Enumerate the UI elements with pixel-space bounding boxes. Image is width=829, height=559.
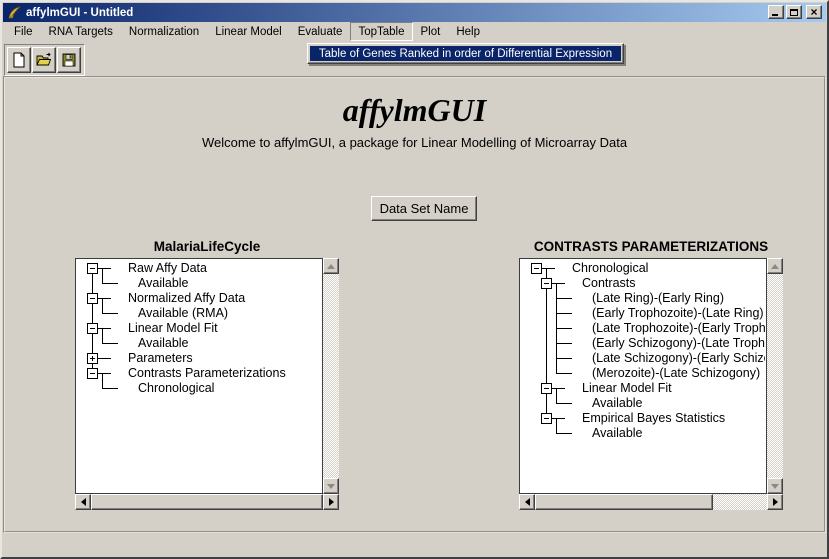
- left-tree-view[interactable]: Raw Affy DataAvailableNormalized Affy Da…: [75, 258, 323, 494]
- tree-expand-box-collapse[interactable]: [87, 368, 98, 379]
- tree-node-raw-affy-data[interactable]: Raw Affy Data: [128, 261, 207, 276]
- window-title: affylmGUI - Untitled: [26, 7, 133, 19]
- welcome-text: Welcome to affylmGUI, a package for Line…: [2, 135, 827, 150]
- scroll-right-button[interactable]: [323, 494, 339, 510]
- right-arrow-icon: [773, 498, 778, 506]
- open-file-button[interactable]: [32, 47, 56, 73]
- scroll-up-button[interactable]: [323, 258, 339, 274]
- tree-expand-box-collapse[interactable]: [541, 413, 552, 424]
- menu-item-evaluate[interactable]: Evaluate: [290, 22, 351, 41]
- feather-icon: [6, 5, 22, 21]
- left-tree-title: MalariaLifeCycle: [75, 239, 339, 254]
- menu-item-plot[interactable]: Plot: [413, 22, 449, 41]
- scroll-down-button[interactable]: [323, 478, 339, 494]
- up-arrow-icon: [327, 264, 335, 269]
- maximize-icon: [790, 9, 798, 16]
- new-file-icon: [11, 52, 27, 68]
- scroll-down-button[interactable]: [767, 478, 783, 494]
- app-window: affylmGUI - Untitled × FileRNA TargetsNo…: [0, 0, 829, 559]
- minimize-icon: [772, 14, 778, 16]
- tree-expand-box-collapse[interactable]: [541, 278, 552, 289]
- tree-node-parameters[interactable]: Parameters: [128, 351, 193, 366]
- right-tree-title: CONTRASTS PARAMETERIZATIONS: [519, 239, 783, 254]
- scroll-up-button[interactable]: [767, 258, 783, 274]
- up-arrow-icon: [771, 264, 779, 269]
- scroll-right-button[interactable]: [767, 494, 783, 510]
- left-arrow-icon: [81, 498, 86, 506]
- tree-node--merozoite-late-schizogony-[interactable]: (Merozoite)-(Late Schizogony): [592, 366, 760, 381]
- tree-node-linear-model-fit[interactable]: Linear Model Fit: [582, 381, 672, 396]
- menu-item-help[interactable]: Help: [448, 22, 488, 41]
- tree-node--late-schizogony-early-schizogony-[interactable]: (Late Schizogony)-(Early Schizogony): [592, 351, 765, 366]
- scroll-left-button[interactable]: [75, 494, 91, 510]
- save-file-button[interactable]: [57, 47, 81, 73]
- tree-node-available[interactable]: Available: [138, 276, 189, 291]
- data-set-name-button[interactable]: Data Set Name: [371, 196, 477, 221]
- minimize-button[interactable]: [768, 5, 784, 19]
- tree-expand-box-collapse[interactable]: [87, 323, 98, 334]
- tree-node-empirical-bayes-statistics[interactable]: Empirical Bayes Statistics: [582, 411, 725, 426]
- menu-item-rna-targets[interactable]: RNA Targets: [41, 22, 121, 41]
- right-tree-vertical-scrollbar[interactable]: [767, 258, 783, 494]
- tree-node-contrasts[interactable]: Contrasts: [582, 276, 636, 291]
- open-file-icon: [36, 52, 52, 68]
- scroll-track[interactable]: [767, 274, 783, 478]
- tree-node--early-trophozoite-late-ring-[interactable]: (Early Trophozoite)-(Late Ring): [592, 306, 764, 321]
- down-arrow-icon: [327, 484, 335, 489]
- menu-item-table-of-genes[interactable]: Table of Genes Ranked in order of Differ…: [310, 46, 621, 61]
- tree-node--late-trophozoite-early-trophozoite-[interactable]: (Late Trophozoite)-(Early Trophozoite): [592, 321, 765, 336]
- tree-node-available[interactable]: Available: [592, 426, 643, 441]
- tree-node-normalized-affy-data[interactable]: Normalized Affy Data: [128, 291, 245, 306]
- menu-item-normalization[interactable]: Normalization: [121, 22, 207, 41]
- tree-expand-box-expand[interactable]: [87, 353, 98, 364]
- tree-expand-box-collapse[interactable]: [531, 263, 542, 274]
- left-arrow-icon: [525, 498, 530, 506]
- menu-bar: FileRNA TargetsNormalizationLinear Model…: [3, 22, 826, 41]
- right-tree-horizontal-scrollbar[interactable]: [519, 494, 783, 510]
- scroll-thumb[interactable]: [535, 494, 713, 510]
- down-arrow-icon: [771, 484, 779, 489]
- maximize-button[interactable]: [786, 5, 802, 19]
- scroll-thumb[interactable]: [91, 494, 323, 510]
- left-tree-panel: Raw Affy DataAvailableNormalized Affy Da…: [75, 258, 339, 510]
- tree-node-chronological[interactable]: Chronological: [138, 381, 214, 396]
- tree-expand-box-collapse[interactable]: [87, 263, 98, 274]
- new-file-button[interactable]: [7, 47, 31, 73]
- tree-node--early-schizogony-late-trophozoite-[interactable]: (Early Schizogony)-(Late Trophozoite): [592, 336, 765, 351]
- tree-node-available-rma-[interactable]: Available (RMA): [138, 306, 228, 321]
- right-tree-view[interactable]: ChronologicalContrasts(Late Ring)-(Early…: [519, 258, 767, 494]
- tree-node-linear-model-fit[interactable]: Linear Model Fit: [128, 321, 218, 336]
- menu-item-toptable[interactable]: TopTable: [350, 22, 412, 41]
- left-tree-horizontal-scrollbar[interactable]: [75, 494, 339, 510]
- tree-node-chronological[interactable]: Chronological: [572, 261, 648, 276]
- tree-expand-box-collapse[interactable]: [87, 293, 98, 304]
- title-bar[interactable]: affylmGUI - Untitled ×: [3, 3, 826, 22]
- window-controls: ×: [766, 5, 822, 19]
- tree-node-available[interactable]: Available: [138, 336, 189, 351]
- menu-item-linear-model[interactable]: Linear Model: [207, 22, 289, 41]
- right-tree-panel: ChronologicalContrasts(Late Ring)-(Early…: [519, 258, 783, 510]
- right-arrow-icon: [329, 498, 334, 506]
- tree-node-available[interactable]: Available: [592, 396, 643, 411]
- close-icon: ×: [810, 7, 817, 17]
- close-button[interactable]: ×: [806, 5, 822, 19]
- left-tree-vertical-scrollbar[interactable]: [323, 258, 339, 494]
- tree-node--late-ring-early-ring-[interactable]: (Late Ring)-(Early Ring): [592, 291, 724, 306]
- scroll-left-button[interactable]: [519, 494, 535, 510]
- toolbar: [4, 44, 85, 76]
- menu-item-file[interactable]: File: [6, 22, 41, 41]
- scroll-track[interactable]: [323, 274, 339, 478]
- tree-expand-box-collapse[interactable]: [541, 383, 552, 394]
- toptable-dropdown-menu: Table of Genes Ranked in order of Differ…: [307, 43, 624, 64]
- tree-node-contrasts-parameterizations[interactable]: Contrasts Parameterizations: [128, 366, 286, 381]
- app-title: affylmGUI: [2, 92, 827, 129]
- save-file-icon: [61, 52, 77, 68]
